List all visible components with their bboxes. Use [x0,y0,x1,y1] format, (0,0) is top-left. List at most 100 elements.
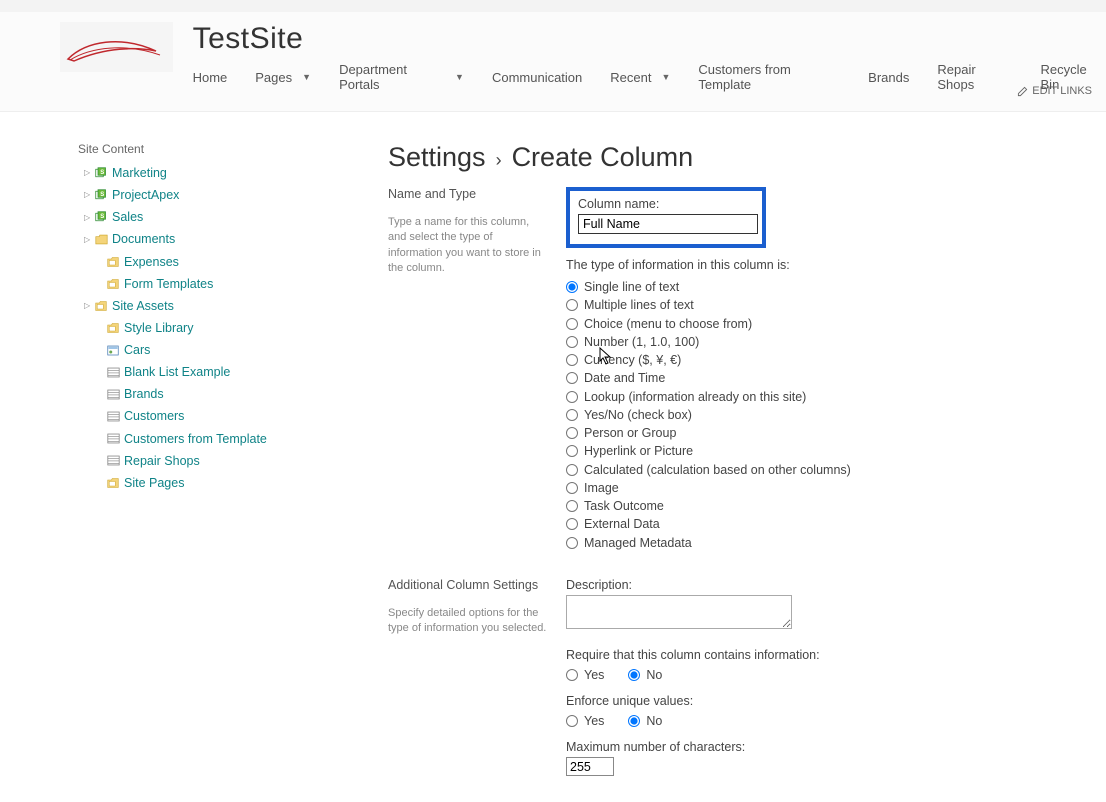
column-type-option-9[interactable]: Hyperlink or Picture [566,442,1066,460]
tree-label: Form Templates [124,275,213,293]
nav-item-brands[interactable]: Brands [868,62,909,92]
edit-links-button[interactable]: EDIT LINKS [1017,85,1092,97]
chevron-down-icon: ▼ [661,72,670,82]
sidebar-item-customers-from-template[interactable]: Customers from Template [78,428,388,450]
tree-label: Documents [112,230,175,248]
max-chars-input[interactable] [566,757,614,776]
column-type-option-7[interactable]: Yes/No (check box) [566,406,1066,424]
column-type-label: Date and Time [584,370,665,386]
column-type-option-13[interactable]: External Data [566,515,1066,533]
description-input[interactable] [566,595,792,629]
page-title: Settings › Create Column [388,142,1066,173]
nav-label: Pages [255,70,292,85]
column-type-radio[interactable] [566,354,578,366]
sidebar-item-site-assets[interactable]: ▷ Site Assets [78,295,388,317]
tree-label: Style Library [124,319,193,337]
column-type-radio[interactable] [566,281,578,293]
column-type-option-6[interactable]: Lookup (information already on this site… [566,388,1066,406]
column-type-option-5[interactable]: Date and Time [566,369,1066,387]
tree-label: Repair Shops [124,452,200,470]
enforce-no[interactable]: No [628,712,662,730]
sidebar-item-site-pages[interactable]: Site Pages [78,472,388,494]
nav-label: Brands [868,70,909,85]
listpic-icon [106,344,120,356]
column-type-radio[interactable] [566,537,578,549]
column-type-radio[interactable] [566,518,578,530]
enforce-no-label: No [646,713,662,729]
nav-label: Communication [492,70,582,85]
nav-item-pages[interactable]: Pages▼ [255,62,311,92]
column-type-radio[interactable] [566,427,578,439]
sidebar-item-style-library[interactable]: Style Library [78,317,388,339]
sidebar-item-documents[interactable]: ▷Documents [78,228,388,250]
require-yes-label: Yes [584,667,604,683]
column-type-radio[interactable] [566,336,578,348]
nav-item-home[interactable]: Home [193,62,228,92]
breadcrumb-settings[interactable]: Settings [388,142,486,173]
column-type-radio[interactable] [566,391,578,403]
column-type-radio[interactable] [566,409,578,421]
require-no[interactable]: No [628,666,662,684]
column-type-label: Managed Metadata [584,535,692,551]
sidebar-item-marketing[interactable]: ▷SMarketing [78,162,388,184]
require-no-label: No [646,667,662,683]
nav-item-recent[interactable]: Recent▼ [610,62,670,92]
column-type-option-10[interactable]: Calculated (calculation based on other c… [566,461,1066,479]
column-type-option-3[interactable]: Number (1, 1.0, 100) [566,333,1066,351]
sidebar-item-blank-list-example[interactable]: Blank List Example [78,361,388,383]
column-type-option-11[interactable]: Image [566,479,1066,497]
column-type-option-4[interactable]: Currency ($, ¥, €) [566,351,1066,369]
tree-label: Sales [112,208,143,226]
column-type-option-14[interactable]: Managed Metadata [566,534,1066,552]
nav-item-repair-shops[interactable]: Repair Shops [937,62,1012,92]
library-icon [106,278,120,290]
list-icon [106,388,120,400]
svg-text:S: S [100,170,104,176]
tree-caret-icon: ▷ [84,189,92,201]
column-type-radio[interactable] [566,318,578,330]
column-type-radio[interactable] [566,464,578,476]
column-type-label: Multiple lines of text [584,297,694,313]
sidebar-heading: Site Content [78,142,388,156]
column-type-label: Image [584,480,619,496]
column-type-radio[interactable] [566,482,578,494]
require-yes[interactable]: Yes [566,666,604,684]
column-type-label: Choice (menu to choose from) [584,316,752,332]
column-type-radio[interactable] [566,372,578,384]
sidebar-item-projectapex[interactable]: ▷SProjectApex [78,184,388,206]
sidebar: Site Content ▷ S Marketing ▷SProjectApex▷SS… [78,142,388,802]
tree-label: Expenses [124,253,179,271]
enforce-yes[interactable]: Yes [566,712,604,730]
site-logo[interactable] [60,22,173,72]
sidebar-item-cars[interactable]: Cars [78,339,388,361]
tree-label: Brands [124,385,164,403]
tree-caret-icon: ▷ [84,300,92,312]
share-icon: S [94,167,108,179]
folder-icon [94,233,108,245]
sidebar-item-customers[interactable]: Customers [78,405,388,427]
column-type-radio[interactable] [566,500,578,512]
sidebar-item-expenses[interactable]: Expenses [78,251,388,273]
column-type-option-8[interactable]: Person or Group [566,424,1066,442]
sidebar-item-repair-shops[interactable]: Repair Shops [78,450,388,472]
tree-label: Marketing [112,164,167,182]
tree-label: Blank List Example [124,363,230,381]
column-type-option-12[interactable]: Task Outcome [566,497,1066,515]
column-type-option-2[interactable]: Choice (menu to choose from) [566,315,1066,333]
column-type-option-1[interactable]: Multiple lines of text [566,296,1066,314]
nav-item-communication[interactable]: Communication [492,62,582,92]
sidebar-item-brands[interactable]: Brands [78,383,388,405]
tree-caret-icon: ▷ [84,212,92,224]
column-type-radio[interactable] [566,299,578,311]
tree-label: Site Assets [112,297,174,315]
column-name-label: Column name: [578,197,754,211]
column-type-option-0[interactable]: Single line of text [566,278,1066,296]
sidebar-item-form-templates[interactable]: Form Templates [78,273,388,295]
nav-item-customers-from-template[interactable]: Customers from Template [698,62,840,92]
column-type-label: Lookup (information already on this site… [584,389,806,405]
column-type-radio[interactable] [566,445,578,457]
nav-item-department-portals[interactable]: Department Portals▼ [339,62,464,92]
site-title[interactable]: TestSite [193,22,1106,56]
column-name-input[interactable] [578,214,758,234]
sidebar-item-sales[interactable]: ▷SSales [78,206,388,228]
